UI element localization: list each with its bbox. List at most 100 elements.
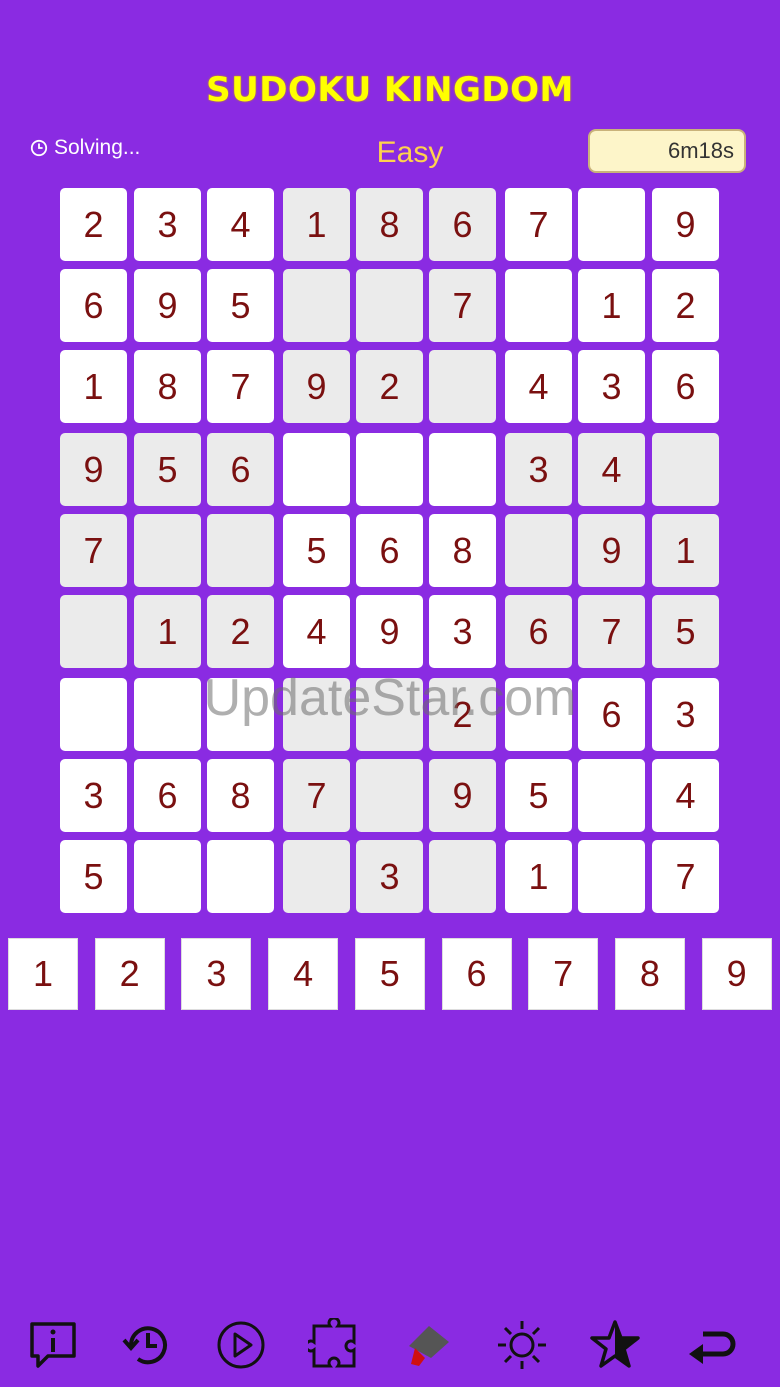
sudoku-cell[interactable]: 5 — [652, 595, 719, 668]
sudoku-cell[interactable] — [505, 514, 572, 587]
sudoku-cell[interactable]: 6 — [207, 433, 274, 506]
number-key-1[interactable]: 1 — [8, 938, 78, 1010]
sudoku-cell[interactable] — [207, 514, 274, 587]
info-button[interactable] — [23, 1315, 83, 1375]
sudoku-cell[interactable] — [134, 840, 201, 913]
sudoku-cell[interactable]: 3 — [356, 840, 423, 913]
sudoku-cell[interactable]: 5 — [505, 759, 572, 832]
sudoku-cell[interactable]: 9 — [578, 514, 645, 587]
sudoku-cell[interactable]: 7 — [505, 188, 572, 261]
sudoku-cell[interactable]: 4 — [207, 188, 274, 261]
brightness-button[interactable] — [492, 1315, 552, 1375]
sudoku-cell[interactable]: 7 — [429, 269, 496, 342]
sudoku-cell[interactable]: 4 — [505, 350, 572, 423]
sudoku-cell[interactable]: 3 — [652, 678, 719, 751]
sudoku-cell[interactable] — [134, 514, 201, 587]
sudoku-cell[interactable]: 1 — [283, 188, 350, 261]
number-key-6[interactable]: 6 — [441, 938, 512, 1010]
sudoku-cell[interactable]: 5 — [134, 433, 201, 506]
sudoku-cell[interactable] — [652, 433, 719, 506]
sudoku-cell[interactable]: 1 — [652, 514, 719, 587]
sudoku-cell[interactable]: 9 — [429, 759, 496, 832]
sudoku-cell[interactable]: 9 — [356, 595, 423, 668]
sudoku-cell[interactable]: 3 — [60, 759, 127, 832]
sudoku-cell[interactable] — [578, 840, 645, 913]
sudoku-cell[interactable]: 1 — [505, 840, 572, 913]
sudoku-cell[interactable] — [283, 433, 350, 506]
sudoku-cell[interactable]: 6 — [134, 759, 201, 832]
favorite-button[interactable] — [585, 1315, 645, 1375]
number-key-8[interactable]: 8 — [614, 938, 685, 1010]
sudoku-cell[interactable]: 6 — [505, 595, 572, 668]
number-key-4[interactable]: 4 — [268, 938, 339, 1010]
sudoku-cell[interactable]: 7 — [60, 514, 127, 587]
sudoku-cell[interactable]: 6 — [60, 269, 127, 342]
sudoku-cell[interactable] — [429, 350, 496, 423]
sudoku-cell[interactable]: 6 — [578, 678, 645, 751]
puzzle-button[interactable] — [305, 1315, 365, 1375]
sudoku-cell[interactable] — [283, 269, 350, 342]
sudoku-cell[interactable]: 2 — [356, 350, 423, 423]
sudoku-cell[interactable]: 2 — [207, 595, 274, 668]
number-key-5[interactable]: 5 — [354, 938, 425, 1010]
sudoku-cell[interactable] — [356, 269, 423, 342]
sudoku-cell[interactable] — [60, 595, 127, 668]
sudoku-cell[interactable]: 3 — [429, 595, 496, 668]
sudoku-cell[interactable]: 2 — [429, 678, 496, 751]
sudoku-cell[interactable]: 6 — [652, 350, 719, 423]
sudoku-cell[interactable] — [429, 840, 496, 913]
back-button[interactable] — [680, 1315, 740, 1375]
number-key-2[interactable]: 2 — [94, 938, 165, 1010]
sudoku-cell[interactable]: 7 — [207, 350, 274, 423]
bottom-toolbar — [0, 1315, 780, 1375]
sudoku-cell[interactable]: 8 — [429, 514, 496, 587]
sudoku-cell[interactable]: 3 — [505, 433, 572, 506]
sudoku-cell[interactable]: 7 — [283, 759, 350, 832]
sudoku-cell[interactable]: 7 — [652, 840, 719, 913]
sudoku-cell[interactable]: 6 — [429, 188, 496, 261]
sudoku-cell[interactable]: 9 — [283, 350, 350, 423]
number-key-3[interactable]: 3 — [181, 938, 252, 1010]
sudoku-cell[interactable] — [207, 840, 274, 913]
number-key-7[interactable]: 7 — [528, 938, 599, 1010]
sudoku-cell[interactable]: 2 — [652, 269, 719, 342]
sudoku-cell[interactable]: 5 — [60, 840, 127, 913]
sudoku-cell[interactable] — [429, 433, 496, 506]
history-button[interactable] — [118, 1315, 178, 1375]
sudoku-cell[interactable]: 4 — [652, 759, 719, 832]
sudoku-cell[interactable] — [505, 269, 572, 342]
sudoku-cell[interactable]: 1 — [60, 350, 127, 423]
sudoku-cell[interactable]: 6 — [356, 514, 423, 587]
info-icon — [30, 1322, 76, 1368]
sudoku-cell[interactable]: 8 — [207, 759, 274, 832]
sudoku-cell[interactable] — [356, 759, 423, 832]
sudoku-cell[interactable] — [60, 678, 127, 751]
sudoku-cell[interactable]: 2 — [60, 188, 127, 261]
sudoku-cell[interactable]: 9 — [134, 269, 201, 342]
sudoku-cell[interactable]: 1 — [134, 595, 201, 668]
sudoku-cell[interactable] — [283, 678, 350, 751]
sudoku-cell[interactable]: 4 — [283, 595, 350, 668]
sudoku-cell[interactable] — [207, 678, 274, 751]
sudoku-cell[interactable]: 9 — [652, 188, 719, 261]
play-button[interactable] — [211, 1315, 271, 1375]
brush-button[interactable] — [398, 1315, 458, 1375]
sudoku-cell[interactable] — [283, 840, 350, 913]
sudoku-cell[interactable] — [505, 678, 572, 751]
sudoku-cell[interactable] — [578, 759, 645, 832]
sudoku-cell[interactable]: 7 — [578, 595, 645, 668]
sudoku-cell[interactable]: 3 — [134, 188, 201, 261]
number-key-9[interactable]: 9 — [701, 938, 772, 1010]
sudoku-cell[interactable]: 1 — [578, 269, 645, 342]
sudoku-cell[interactable]: 8 — [356, 188, 423, 261]
sudoku-cell[interactable] — [134, 678, 201, 751]
sudoku-cell[interactable]: 3 — [578, 350, 645, 423]
sudoku-cell[interactable]: 8 — [134, 350, 201, 423]
sudoku-cell[interactable] — [356, 678, 423, 751]
sudoku-cell[interactable] — [578, 188, 645, 261]
sudoku-cell[interactable]: 5 — [207, 269, 274, 342]
sudoku-cell[interactable]: 4 — [578, 433, 645, 506]
sudoku-cell[interactable]: 9 — [60, 433, 127, 506]
sudoku-cell[interactable] — [356, 433, 423, 506]
sudoku-cell[interactable]: 5 — [283, 514, 350, 587]
